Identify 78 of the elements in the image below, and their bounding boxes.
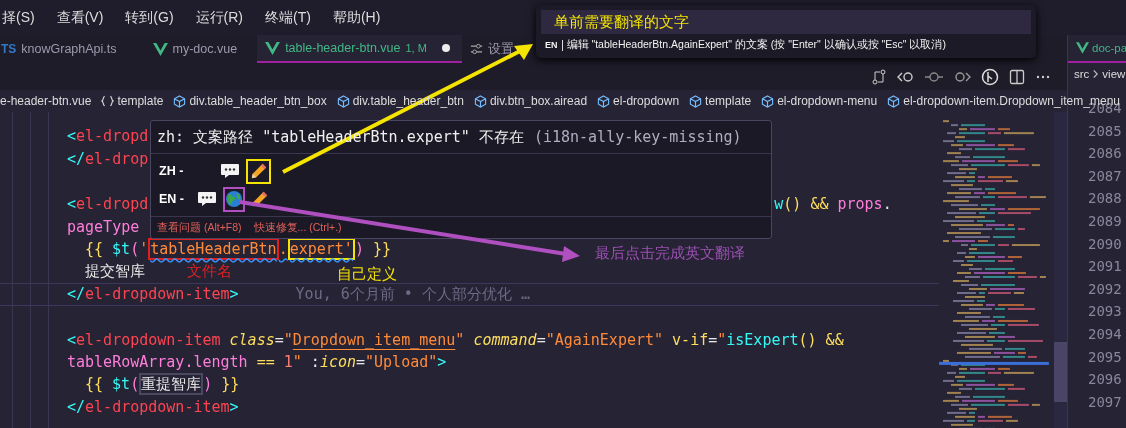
menu-item[interactable]: 终端(T)	[265, 8, 311, 27]
editor-tab[interactable]: table-header-btn.vue 1, M	[257, 35, 462, 63]
cube-icon	[336, 94, 350, 108]
line-number: 2085	[1088, 121, 1123, 141]
menu-item[interactable]: 转到(G)	[125, 8, 174, 27]
input-field[interactable]: 单前需要翻译的文字	[541, 10, 1031, 34]
vue-logo-icon	[1076, 42, 1089, 54]
line-number: 2093	[1088, 302, 1123, 322]
blame-annotation: You, 6个月前 • 个人部分优化 …	[295, 284, 530, 304]
line-number: 2089	[1088, 211, 1123, 231]
breadcrumb-item[interactable]: template	[101, 94, 164, 108]
line-number: 2090	[1088, 234, 1123, 254]
line-number: 2086	[1088, 144, 1123, 164]
menu-item[interactable]: 运行(R)	[195, 8, 243, 27]
cube-icon	[597, 94, 611, 108]
annotation-label: 自己定义	[337, 265, 397, 284]
code-line: w() && props.	[774, 195, 892, 214]
scrollbar[interactable]	[1054, 112, 1067, 428]
cube-icon	[689, 94, 703, 108]
chevron-icon	[1092, 69, 1100, 79]
line-number: 2096	[1088, 370, 1123, 390]
vue-logo-icon	[152, 42, 168, 56]
git-graph-icon[interactable]	[981, 67, 999, 86]
hover-source: (i18n-ally-key-missing)	[533, 128, 742, 146]
code-line: <el-dropd	[67, 195, 149, 214]
globe-icon	[225, 190, 243, 208]
line-number: 2088	[1088, 189, 1123, 209]
comment-icon	[219, 163, 240, 179]
settings-icon	[469, 43, 483, 55]
breadcrumb-item[interactable]: e-header-btn.vue	[0, 94, 92, 108]
breadcrumb-item[interactable]: view	[1102, 68, 1126, 80]
code-line: pageType	[67, 217, 140, 236]
pencil-icon	[249, 162, 268, 180]
code-line: </el-drop	[67, 149, 149, 168]
split-editor-icon[interactable]	[1009, 68, 1025, 85]
editor-tab[interactable]: TS knowGraphApi.ts	[0, 35, 145, 63]
line-number: 2094	[1088, 324, 1123, 344]
compare-changes-icon[interactable]	[871, 68, 887, 85]
breadcrumb-item[interactable]: div.table_header_btn_box	[173, 94, 327, 108]
locale-action-button[interactable]	[223, 186, 245, 212]
hover-link[interactable]: 快速修复... (Ctrl+.)	[253, 220, 342, 235]
code-line: 提交智库	[85, 262, 145, 282]
line-number: 2087	[1088, 166, 1123, 186]
locale-tag: EN	[545, 40, 558, 50]
line-number: 2091	[1088, 257, 1123, 277]
editor-tab[interactable]: my-doc.vue	[144, 35, 258, 63]
cube-icon	[761, 94, 775, 108]
breadcrumb-item[interactable]: src	[1074, 68, 1090, 80]
locale-label: EN -	[159, 192, 185, 206]
code-line: tableRowArray.length == 1" :icon="Upload">	[67, 353, 447, 372]
breadcrumb-item[interactable]: el-dropdown-menu	[761, 94, 878, 108]
code-line: {{ $t(重提智库) }}	[85, 375, 240, 395]
menu-item[interactable]: 帮助(H)	[332, 8, 381, 27]
code-line: </el-dropdown-item>	[67, 285, 239, 304]
cube-icon	[473, 94, 487, 108]
locale-label: ZH -	[159, 164, 185, 178]
menu-item[interactable]: 择(S)	[2, 8, 35, 27]
cube-icon	[887, 94, 901, 108]
cube-icon	[173, 94, 187, 108]
vue-logo-icon	[265, 41, 281, 55]
comment-icon	[197, 191, 217, 207]
modified-dot	[441, 44, 450, 52]
annotation-label: 文件名	[187, 262, 232, 281]
braces-icon	[101, 95, 115, 107]
annotation-label: 最后点击完成英文翻译	[595, 244, 745, 263]
code-line: <el-dropdown-item class="Dropdown_item_menu" command="AgainExpert" v-if="isExpert() &&	[67, 330, 844, 349]
editor-tab[interactable]: 设置	[461, 35, 522, 63]
breadcrumb-item[interactable]: div.btn_box.airead	[473, 94, 588, 108]
breadcrumb-item[interactable]: template	[689, 94, 752, 108]
code-line: </el-dropdown-item>	[67, 398, 239, 417]
line-number: 2097	[1088, 392, 1123, 412]
code-line: <el-dropd	[67, 127, 149, 146]
breadcrumb-item[interactable]: el-dropdown	[597, 94, 680, 108]
line-number: 2095	[1088, 347, 1123, 367]
hover-link[interactable]: 查看问题 (Alt+F8)	[157, 220, 242, 235]
hint-text: 编辑 "tableHeaderBtn.AgainExpert" 的文案 (按 "Enter" 以确认或按 "Esc" 以取消)	[566, 38, 946, 52]
line-number: 2092	[1088, 279, 1123, 299]
menu-item[interactable]: 查看(V)	[56, 8, 104, 27]
